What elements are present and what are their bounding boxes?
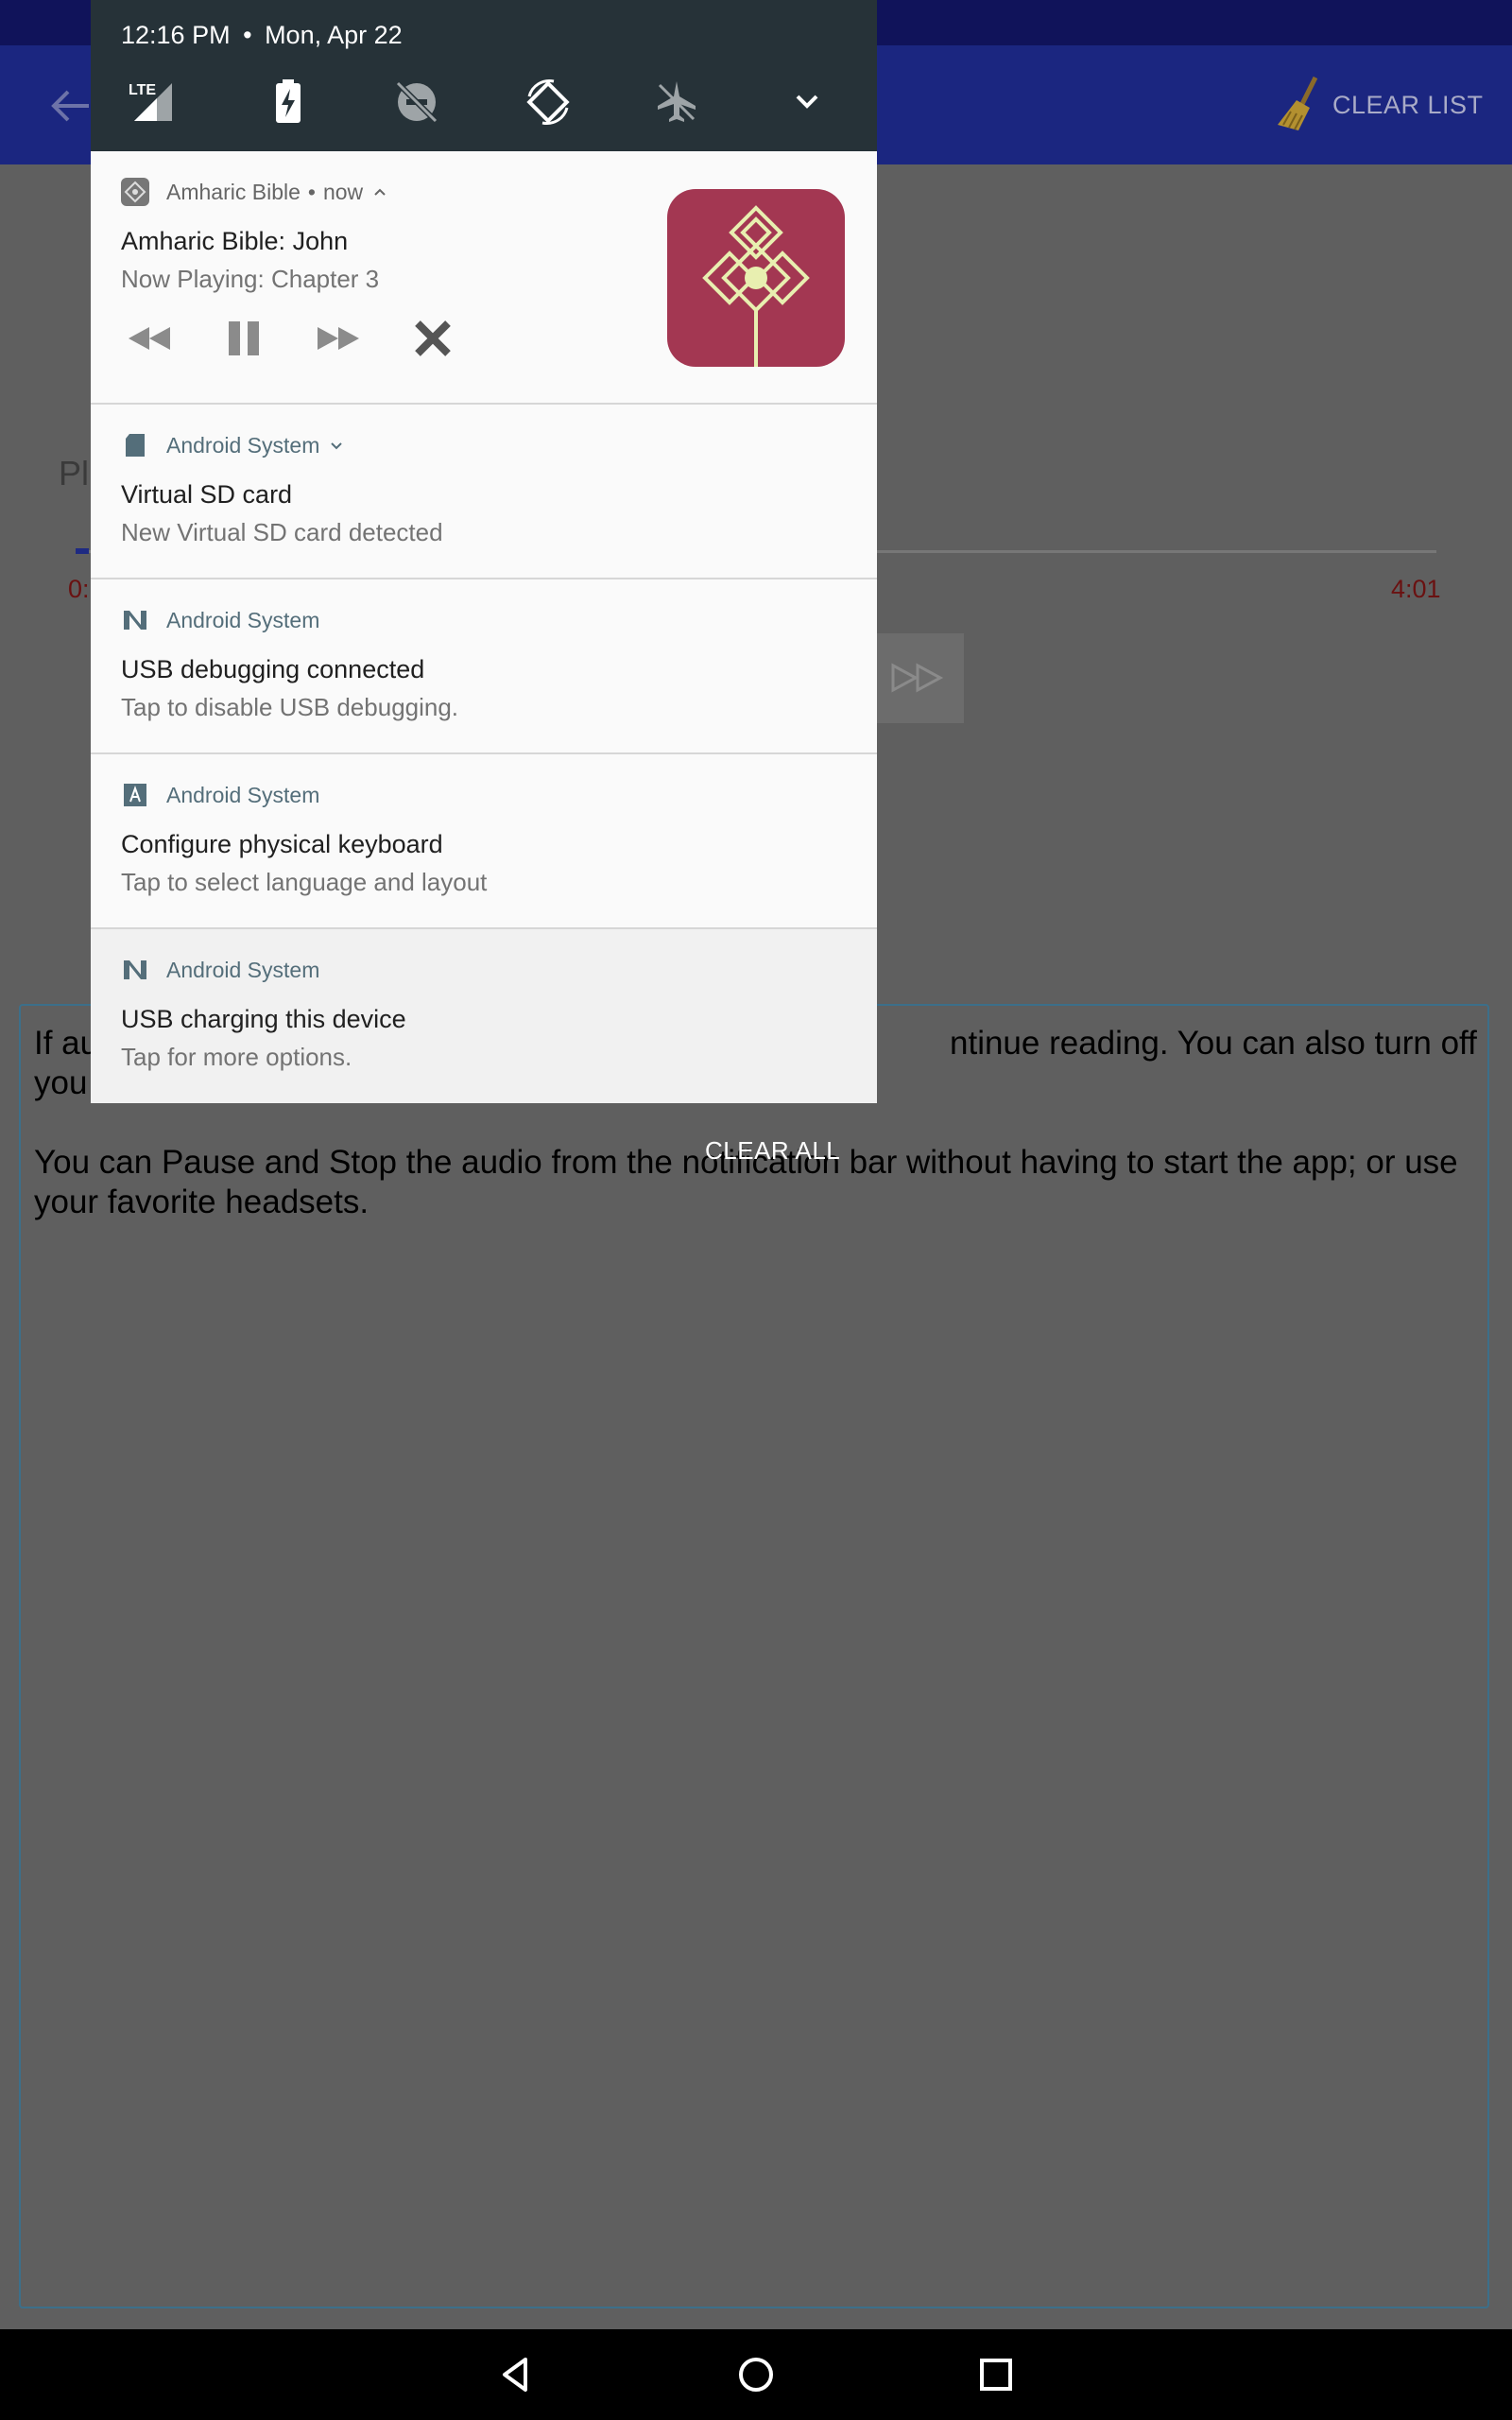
android-system-icon <box>124 960 146 979</box>
clear-list-button[interactable]: CLEAR LIST <box>1332 91 1484 120</box>
home-icon[interactable] <box>733 2352 779 2397</box>
notification-subtitle: Now Playing: Chapter 3 <box>121 265 380 293</box>
notification-header: Android System <box>121 431 346 459</box>
notification-header: Android System <box>121 956 319 984</box>
notification-header: Android System <box>121 781 319 809</box>
notification-app-name: Android System <box>166 957 320 982</box>
seek-bar-progress <box>76 548 89 554</box>
expand-chevron-icon[interactable] <box>327 436 346 455</box>
pause-icon[interactable] <box>217 312 270 365</box>
back-icon[interactable] <box>493 2352 539 2397</box>
clock-separator: • <box>243 21 252 49</box>
info-text-line1-start: If au <box>34 1025 99 1062</box>
lte-signal-icon[interactable]: LTE <box>125 76 178 129</box>
sd-card-notification[interactable]: Android System Virtual SD card New Virtu… <box>91 405 877 579</box>
album-art <box>667 189 845 367</box>
elapsed-time: 0: <box>68 575 90 603</box>
expand-chevron-icon[interactable] <box>781 76 833 129</box>
clock-date: 12:16 PM • Mon, Apr 22 <box>121 21 403 50</box>
android-system-icon <box>124 611 146 630</box>
notification-subtitle: Tap for more options. <box>121 1043 352 1071</box>
clear-all-button[interactable]: CLEAR ALL <box>705 1136 840 1166</box>
notification-subtitle: Tap to disable USB debugging. <box>121 693 459 721</box>
notification-title: Configure physical keyboard <box>121 830 443 858</box>
notification-subtitle: New Virtual SD card detected <box>121 518 443 546</box>
notification-title: USB charging this device <box>121 1005 406 1033</box>
usb-charging-notification[interactable]: Android System USB charging this device … <box>91 929 877 1103</box>
amharic-bible-cover-icon <box>667 189 845 367</box>
fast-forward-icon[interactable] <box>312 312 365 365</box>
amharic-bible-app-icon <box>121 178 149 206</box>
clock-date-text: Mon, Apr 22 <box>265 21 403 49</box>
info-text-line1-end: ntinue reading. You can also turn off <box>950 1025 1477 1062</box>
close-icon[interactable] <box>406 312 459 365</box>
usb-debugging-notification[interactable]: Android System USB debugging connected T… <box>91 579 877 754</box>
notification-header: Amharic Bible • now <box>121 178 389 206</box>
do-not-disturb-off-icon[interactable] <box>390 76 443 129</box>
player-title: Pl <box>59 454 90 493</box>
battery-charging-icon[interactable] <box>261 76 314 129</box>
header-dot: • <box>307 179 316 204</box>
back-arrow-icon[interactable] <box>49 87 91 125</box>
total-time: 4:01 <box>1391 575 1441 603</box>
airplane-mode-icon[interactable] <box>650 76 703 129</box>
sd-card-icon <box>126 434 145 457</box>
notification-header: Android System <box>121 606 319 634</box>
notification-app-name: Android System <box>166 432 320 458</box>
clock-time: 12:16 PM <box>121 21 231 49</box>
notification-subtitle: Tap to select language and layout <box>121 868 488 896</box>
rewind-icon[interactable] <box>123 312 176 365</box>
notification-app-name: Android System <box>166 782 320 807</box>
broom-icon[interactable] <box>1274 76 1323 134</box>
notification-title: USB debugging connected <box>121 655 425 683</box>
notification-app-name: Android System <box>166 607 320 632</box>
auto-rotate-icon[interactable] <box>522 76 575 129</box>
keyboard-language-icon <box>124 784 146 806</box>
collapse-chevron-icon[interactable] <box>370 182 389 201</box>
notification-title: Virtual SD card <box>121 480 293 509</box>
recents-icon[interactable] <box>973 2352 1019 2397</box>
notification-title: Amharic Bible: John <box>121 227 349 255</box>
keyboard-notification[interactable]: Android System Configure physical keyboa… <box>91 754 877 929</box>
fast-forward-button[interactable] <box>874 633 964 723</box>
fast-forward-icon <box>891 663 944 693</box>
info-text-line2-start: you <box>34 1064 88 1101</box>
media-notification[interactable]: Amharic Bible • now Amharic Bible: John … <box>91 151 877 405</box>
svg-text:LTE: LTE <box>129 82 156 98</box>
notification-time: now <box>322 179 364 204</box>
notification-app-name: Amharic Bible <box>166 179 301 204</box>
